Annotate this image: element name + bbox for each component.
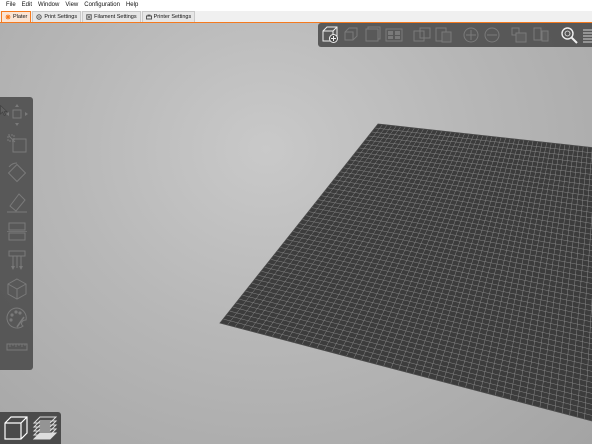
scale-button[interactable] [3,130,31,157]
print-settings-icon [36,14,43,20]
tab-print-settings-label: Print Settings [44,14,78,20]
split-to-parts-icon [533,27,549,42]
remove-instance-icon [484,27,500,43]
paste-icon [435,27,452,43]
tab-filament-settings-label: Filament Settings [94,14,137,20]
plater-icon [5,14,11,20]
tab-print-settings[interactable]: Print Settings [32,11,82,22]
menu-edit[interactable]: Edit [19,0,35,11]
add-button[interactable] [321,25,341,45]
tab-plater-label: Plater [13,14,28,20]
view-toggle [0,412,61,444]
remove-instance-button[interactable] [482,25,502,45]
scale-icon [7,134,26,152]
paint-button[interactable] [3,304,31,331]
printer-settings-icon [145,14,152,20]
add-instance-button[interactable] [461,25,481,45]
add-instance-icon [463,27,479,43]
hollow-icon [7,277,26,300]
delete-all-button[interactable] [363,25,383,45]
delete-button[interactable] [342,25,362,45]
menu-help[interactable]: Help [123,0,141,11]
print-bed [219,123,592,422]
preview-button[interactable] [31,415,58,442]
place-on-face-icon [6,192,27,212]
hollow-button[interactable] [3,275,31,302]
arrange-icon [385,28,403,42]
arrange-button[interactable] [384,25,404,45]
split-to-objects-icon [511,27,527,43]
tab-printer-settings[interactable]: Printer Settings [141,11,196,22]
search-icon [561,27,578,44]
rotate-icon [7,162,26,182]
3d-view-icon [3,416,28,440]
measure-icon [6,343,27,350]
delete-all-icon [365,26,381,42]
paste-button[interactable] [433,25,453,45]
preview-icon [32,416,57,440]
copy-icon [413,27,431,42]
left-toolbar [0,97,33,370]
move-icon [5,103,28,126]
search-button[interactable] [559,25,579,45]
measure-button[interactable] [3,333,31,360]
paint-icon [6,306,27,328]
tab-bar: Plater Print Settings Filament Settings … [0,11,592,23]
add-icon [322,26,338,43]
tab-plater[interactable]: Plater [1,11,32,22]
split-to-parts-button[interactable] [531,25,551,45]
cut-button[interactable] [3,217,31,244]
menu-bar: File Edit Window View Configuration Help [0,0,592,11]
place-on-face-button[interactable] [3,188,31,215]
delete-icon [344,27,358,41]
menu-window[interactable]: Window [35,0,62,11]
rotate-button[interactable] [3,159,31,186]
top-toolbar [318,23,592,47]
3d-view-button[interactable] [2,415,29,442]
support-points-button[interactable] [3,246,31,273]
filament-settings-icon [86,14,92,20]
support-points-icon [8,250,25,270]
tab-printer-settings-label: Printer Settings [153,14,192,20]
menu-file[interactable]: File [3,0,19,11]
copy-button[interactable] [412,25,432,45]
menu-view[interactable]: View [62,0,81,11]
cut-icon [6,222,27,240]
tab-filament-settings[interactable]: Filament Settings [82,11,141,22]
3d-viewport[interactable] [0,23,592,444]
layers-editing-button[interactable] [580,25,592,45]
split-to-objects-button[interactable] [510,25,530,45]
move-button[interactable] [3,101,31,128]
menu-configuration[interactable]: Configuration [81,0,123,11]
layers-editing-icon [583,29,592,43]
